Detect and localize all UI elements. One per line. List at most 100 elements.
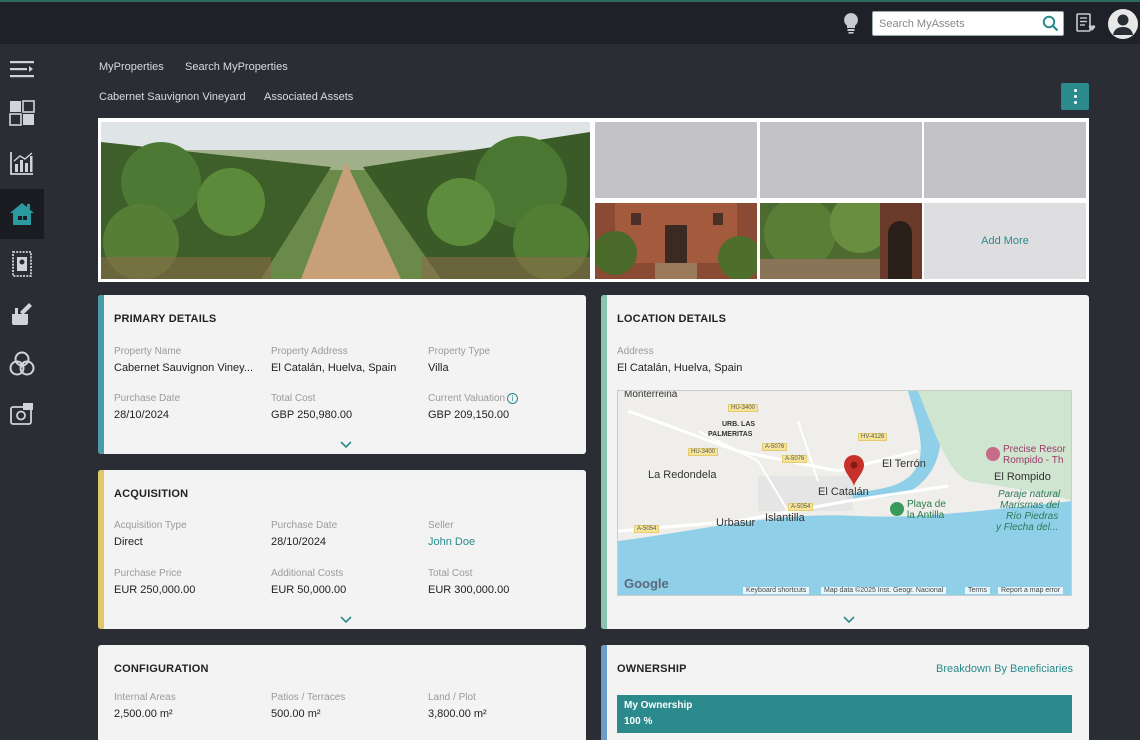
- lightbulb-icon[interactable]: [842, 12, 860, 34]
- kebab-dot-icon: [1073, 95, 1077, 98]
- field-label: Purchase Price: [114, 568, 182, 579]
- info-icon[interactable]: i: [507, 393, 519, 404]
- breadcrumb-search-myproperties[interactable]: Search MyProperties: [185, 61, 288, 73]
- field-label: Internal Areas: [114, 692, 176, 703]
- map-road-label: HV-4126: [858, 433, 888, 441]
- seller-link[interactable]: John Doe: [428, 536, 573, 548]
- map-place-label: El Rompido: [994, 471, 1051, 483]
- location-map[interactable]: Monterreina URB. LAS PALMERITAS La Redon…: [617, 390, 1072, 596]
- primary-details-card: PRIMARY DETAILS Property Name Cabernet S…: [98, 295, 586, 454]
- sidebar-item-dashboard[interactable]: [0, 88, 44, 138]
- location-details-card: LOCATION DETAILS Address El Catalán, Hue…: [601, 295, 1089, 629]
- breadcrumb-myproperties[interactable]: MyProperties: [99, 61, 164, 73]
- sidebar-item-archive[interactable]: [0, 389, 44, 439]
- photo-thumbnail-building[interactable]: [595, 203, 757, 279]
- field-additional-costs: Additional Costs EUR 50,000.00: [271, 568, 416, 596]
- map-place-label: Urbasur: [716, 517, 756, 529]
- map-terms-link[interactable]: Terms: [965, 587, 991, 594]
- card-accent-bar: [98, 295, 104, 454]
- tab-property-name[interactable]: Cabernet Sauvignon Vineyard: [99, 91, 246, 103]
- map-place-label: Playa de: [907, 499, 946, 510]
- field-seller: Seller John Doe: [428, 520, 573, 548]
- field-label: Additional Costs: [271, 568, 344, 579]
- field-label: Acquisition Type: [114, 520, 187, 531]
- chevron-down-icon[interactable]: [340, 441, 352, 449]
- card-accent-bar: [98, 470, 104, 629]
- ownership-title: OWNERSHIP: [617, 663, 687, 675]
- field-value: 3,800.00 m²: [428, 708, 487, 720]
- garden-arch-image: [760, 203, 922, 279]
- field-purchase-date: Purchase Date 28/10/2024: [271, 520, 416, 548]
- field-patios-terraces: Patios / Terraces 500.00 m²: [271, 692, 416, 720]
- field-label: Current Valuation i: [428, 393, 573, 404]
- more-options-button[interactable]: [1061, 83, 1089, 110]
- map-road-label: HU-3400: [728, 404, 759, 412]
- field-value: El Catalán, Huelva, Spain: [271, 362, 397, 374]
- field-label: Address: [617, 346, 654, 357]
- photo-placeholder[interactable]: [924, 122, 1086, 198]
- paint-tools-icon: [12, 303, 32, 325]
- kebab-dot-icon: [1073, 101, 1077, 104]
- field-value: Cabernet Sauvignon Viney...: [114, 362, 254, 374]
- map-place-label: La Redondela: [648, 469, 717, 481]
- field-internal-areas: Internal Areas 2,500.00 m²: [114, 692, 259, 720]
- card-accent-bar: [601, 295, 607, 629]
- field-value: 28/10/2024: [114, 409, 170, 421]
- main-photo-vineyard[interactable]: [101, 122, 590, 279]
- map-data-credit: Map data ©2025 Inst. Geogr. Nacional: [821, 587, 947, 594]
- field-address: Address El Catalán, Huelva, Spain: [617, 346, 917, 374]
- field-value: GBP 250,980.00: [271, 409, 353, 421]
- add-more-photos-button[interactable]: Add More: [924, 203, 1086, 279]
- search-icon[interactable]: [1042, 15, 1059, 32]
- chevron-down-icon[interactable]: [340, 616, 352, 624]
- field-value: El Catalán, Huelva, Spain: [617, 362, 743, 374]
- ownership-card: OWNERSHIP Breakdown By Beneficiaries My …: [601, 645, 1089, 740]
- photo-thumbnail-garden[interactable]: [760, 203, 922, 279]
- field-land-plot: Land / Plot 3,800.00 m²: [428, 692, 573, 720]
- field-value: EUR 250,000.00: [114, 584, 196, 596]
- photo-placeholder[interactable]: [760, 122, 922, 198]
- my-ownership-bar: My Ownership 100 %: [617, 695, 1072, 733]
- sidebar-menu-toggle[interactable]: [0, 44, 44, 94]
- camera-archive-icon: [10, 403, 33, 425]
- acquisition-card: ACQUISITION Acquisition Type Direct Purc…: [98, 470, 586, 629]
- location-details-title: LOCATION DETAILS: [617, 313, 727, 325]
- user-avatar[interactable]: [1108, 9, 1138, 39]
- house-icon: [10, 203, 34, 225]
- favorites-list-icon[interactable]: [1075, 13, 1097, 35]
- field-property-name: Property Name Cabernet Sauvignon Viney..…: [114, 346, 259, 374]
- sidebar-item-documents[interactable]: [0, 239, 44, 289]
- map-report-error-link[interactable]: Report a map error: [998, 587, 1064, 594]
- map-road-label: A-5076: [782, 455, 808, 463]
- field-value: GBP 209,150.00: [428, 409, 510, 422]
- acquisition-title: ACQUISITION: [114, 488, 189, 500]
- sidebar-item-analytics[interactable]: [0, 138, 44, 188]
- chevron-down-icon[interactable]: [843, 616, 855, 624]
- field-label: Seller: [428, 520, 454, 531]
- map-place-label: PALMERITAS: [708, 431, 753, 438]
- sidebar-item-tools[interactable]: [0, 289, 44, 339]
- search-input[interactable]: [873, 12, 1033, 35]
- field-label: Property Name: [114, 346, 182, 357]
- field-value: 500.00 m²: [271, 708, 321, 720]
- map-place-label: Monterreina: [624, 390, 678, 400]
- field-value: EUR 50,000.00: [271, 584, 347, 596]
- field-label: Property Type: [428, 346, 491, 357]
- map-place-label: URB. LAS: [722, 421, 756, 428]
- my-ownership-value: 100 %: [624, 716, 653, 727]
- sidebar-item-properties[interactable]: [0, 189, 44, 239]
- breakdown-by-beneficiaries-link[interactable]: Breakdown By Beneficiaries: [936, 663, 1073, 675]
- photo-placeholder[interactable]: [595, 122, 757, 198]
- field-value: EUR 300,000.00: [428, 584, 510, 596]
- user-icon: [1113, 14, 1133, 35]
- field-label: Purchase Date: [271, 520, 338, 531]
- map-road-label: A-5054: [788, 503, 814, 511]
- map-keyboard-shortcuts-link[interactable]: Keyboard shortcuts: [743, 587, 810, 594]
- network-circles-icon: [9, 351, 35, 376]
- tab-associated-assets[interactable]: Associated Assets: [264, 91, 353, 103]
- sidebar-item-network[interactable]: [0, 339, 44, 389]
- field-total-cost: Total Cost EUR 300,000.00: [428, 568, 573, 596]
- configuration-card: CONFIGURATION Internal Areas 2,500.00 m²…: [98, 645, 586, 740]
- map-place-label: Marismas del: [1000, 500, 1060, 511]
- menu-collapse-icon: [10, 61, 34, 78]
